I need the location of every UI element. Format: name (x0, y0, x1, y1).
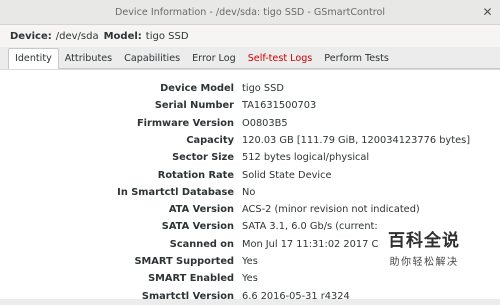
info-key: Serial Number (154, 100, 234, 112)
info-value: SATA 3.1, 6.0 Gb/s (current: (242, 221, 378, 233)
info-value: O0803B5 (242, 117, 288, 129)
info-row: Sector Size 512 bytes logical/physical (0, 149, 500, 166)
device-label: Device: (10, 30, 52, 42)
tab-perform-tests[interactable]: Perform Tests (318, 49, 395, 68)
watermark-logo: 百科全说 (388, 231, 460, 251)
info-value: tigo SSD (242, 83, 284, 94)
info-key: Rotation Rate (157, 169, 234, 181)
device-value: /dev/sda (55, 30, 99, 42)
model-value: tigo SSD (145, 30, 189, 42)
info-row: ATA Version ACS-2 (minor revision not in… (0, 201, 500, 218)
info-value: ACS-2 (minor revision not indicated) (242, 204, 420, 216)
info-row: Firmware Version O0803B5 (0, 115, 500, 132)
device-info-bar: Device: /dev/sda Model: tigo SSD (0, 25, 500, 47)
info-row: Rotation Rate Solid State Device (0, 167, 500, 184)
info-value: TA1631500703 (242, 100, 317, 112)
info-key: SMART Enabled (148, 273, 234, 285)
tab-identity[interactable]: Identity (8, 48, 59, 69)
info-row: Smartctl Version 6.6 2016-05-31 r4324 (0, 288, 500, 305)
model-label: Model: (103, 30, 142, 42)
info-row: Device Model tigo SSD (0, 80, 500, 97)
info-value: Solid State Device (242, 169, 332, 181)
info-key: Device Model (160, 83, 234, 94)
tab-self-test-logs[interactable]: Self-test Logs (242, 49, 319, 68)
tab-attributes[interactable]: Attributes (59, 49, 118, 68)
info-key: ATA Version (168, 204, 234, 216)
info-key: Smartctl Version (141, 290, 234, 302)
title-bar: Device Information - /dev/sda: tigo SSD … (0, 0, 500, 25)
info-value: No (242, 186, 256, 198)
info-key: In Smartctl Database (117, 186, 234, 198)
info-key: SMART Supported (134, 256, 234, 267)
watermark: 百科全说 助你轻松解决 (388, 226, 460, 268)
info-key: SATA Version (161, 221, 234, 233)
tab-bar: Identity Attributes Capabilities Error L… (8, 48, 500, 69)
info-value: Yes (242, 273, 258, 285)
info-value: Yes (242, 256, 258, 267)
info-key: Scanned on (169, 238, 234, 250)
info-value: 6.6 2016-05-31 r4324 (242, 290, 350, 302)
info-value: 512 bytes logical/physical (242, 152, 370, 164)
tab-capabilities[interactable]: Capabilities (118, 49, 186, 68)
info-key: Capacity (186, 134, 234, 146)
window-title: Device Information - /dev/sda: tigo SSD … (114, 6, 386, 18)
close-icon[interactable]: ✕ (481, 5, 494, 19)
info-row: Serial Number TA1631500703 (0, 97, 500, 114)
info-key: Firmware Version (136, 117, 234, 129)
info-row: SMART Enabled Yes (0, 270, 500, 287)
info-row: In Smartctl Database No (0, 184, 500, 201)
tab-error-log[interactable]: Error Log (186, 49, 242, 68)
info-value: Mon Jul 17 11:31:02 2017 C (242, 238, 379, 250)
info-row: Capacity 120.03 GB [111.79 GiB, 12003412… (0, 132, 500, 149)
info-key: Sector Size (172, 152, 234, 164)
info-value: 120.03 GB [111.79 GiB, 120034123776 byte… (242, 134, 471, 146)
watermark-subtitle: 助你轻松解决 (389, 257, 459, 268)
